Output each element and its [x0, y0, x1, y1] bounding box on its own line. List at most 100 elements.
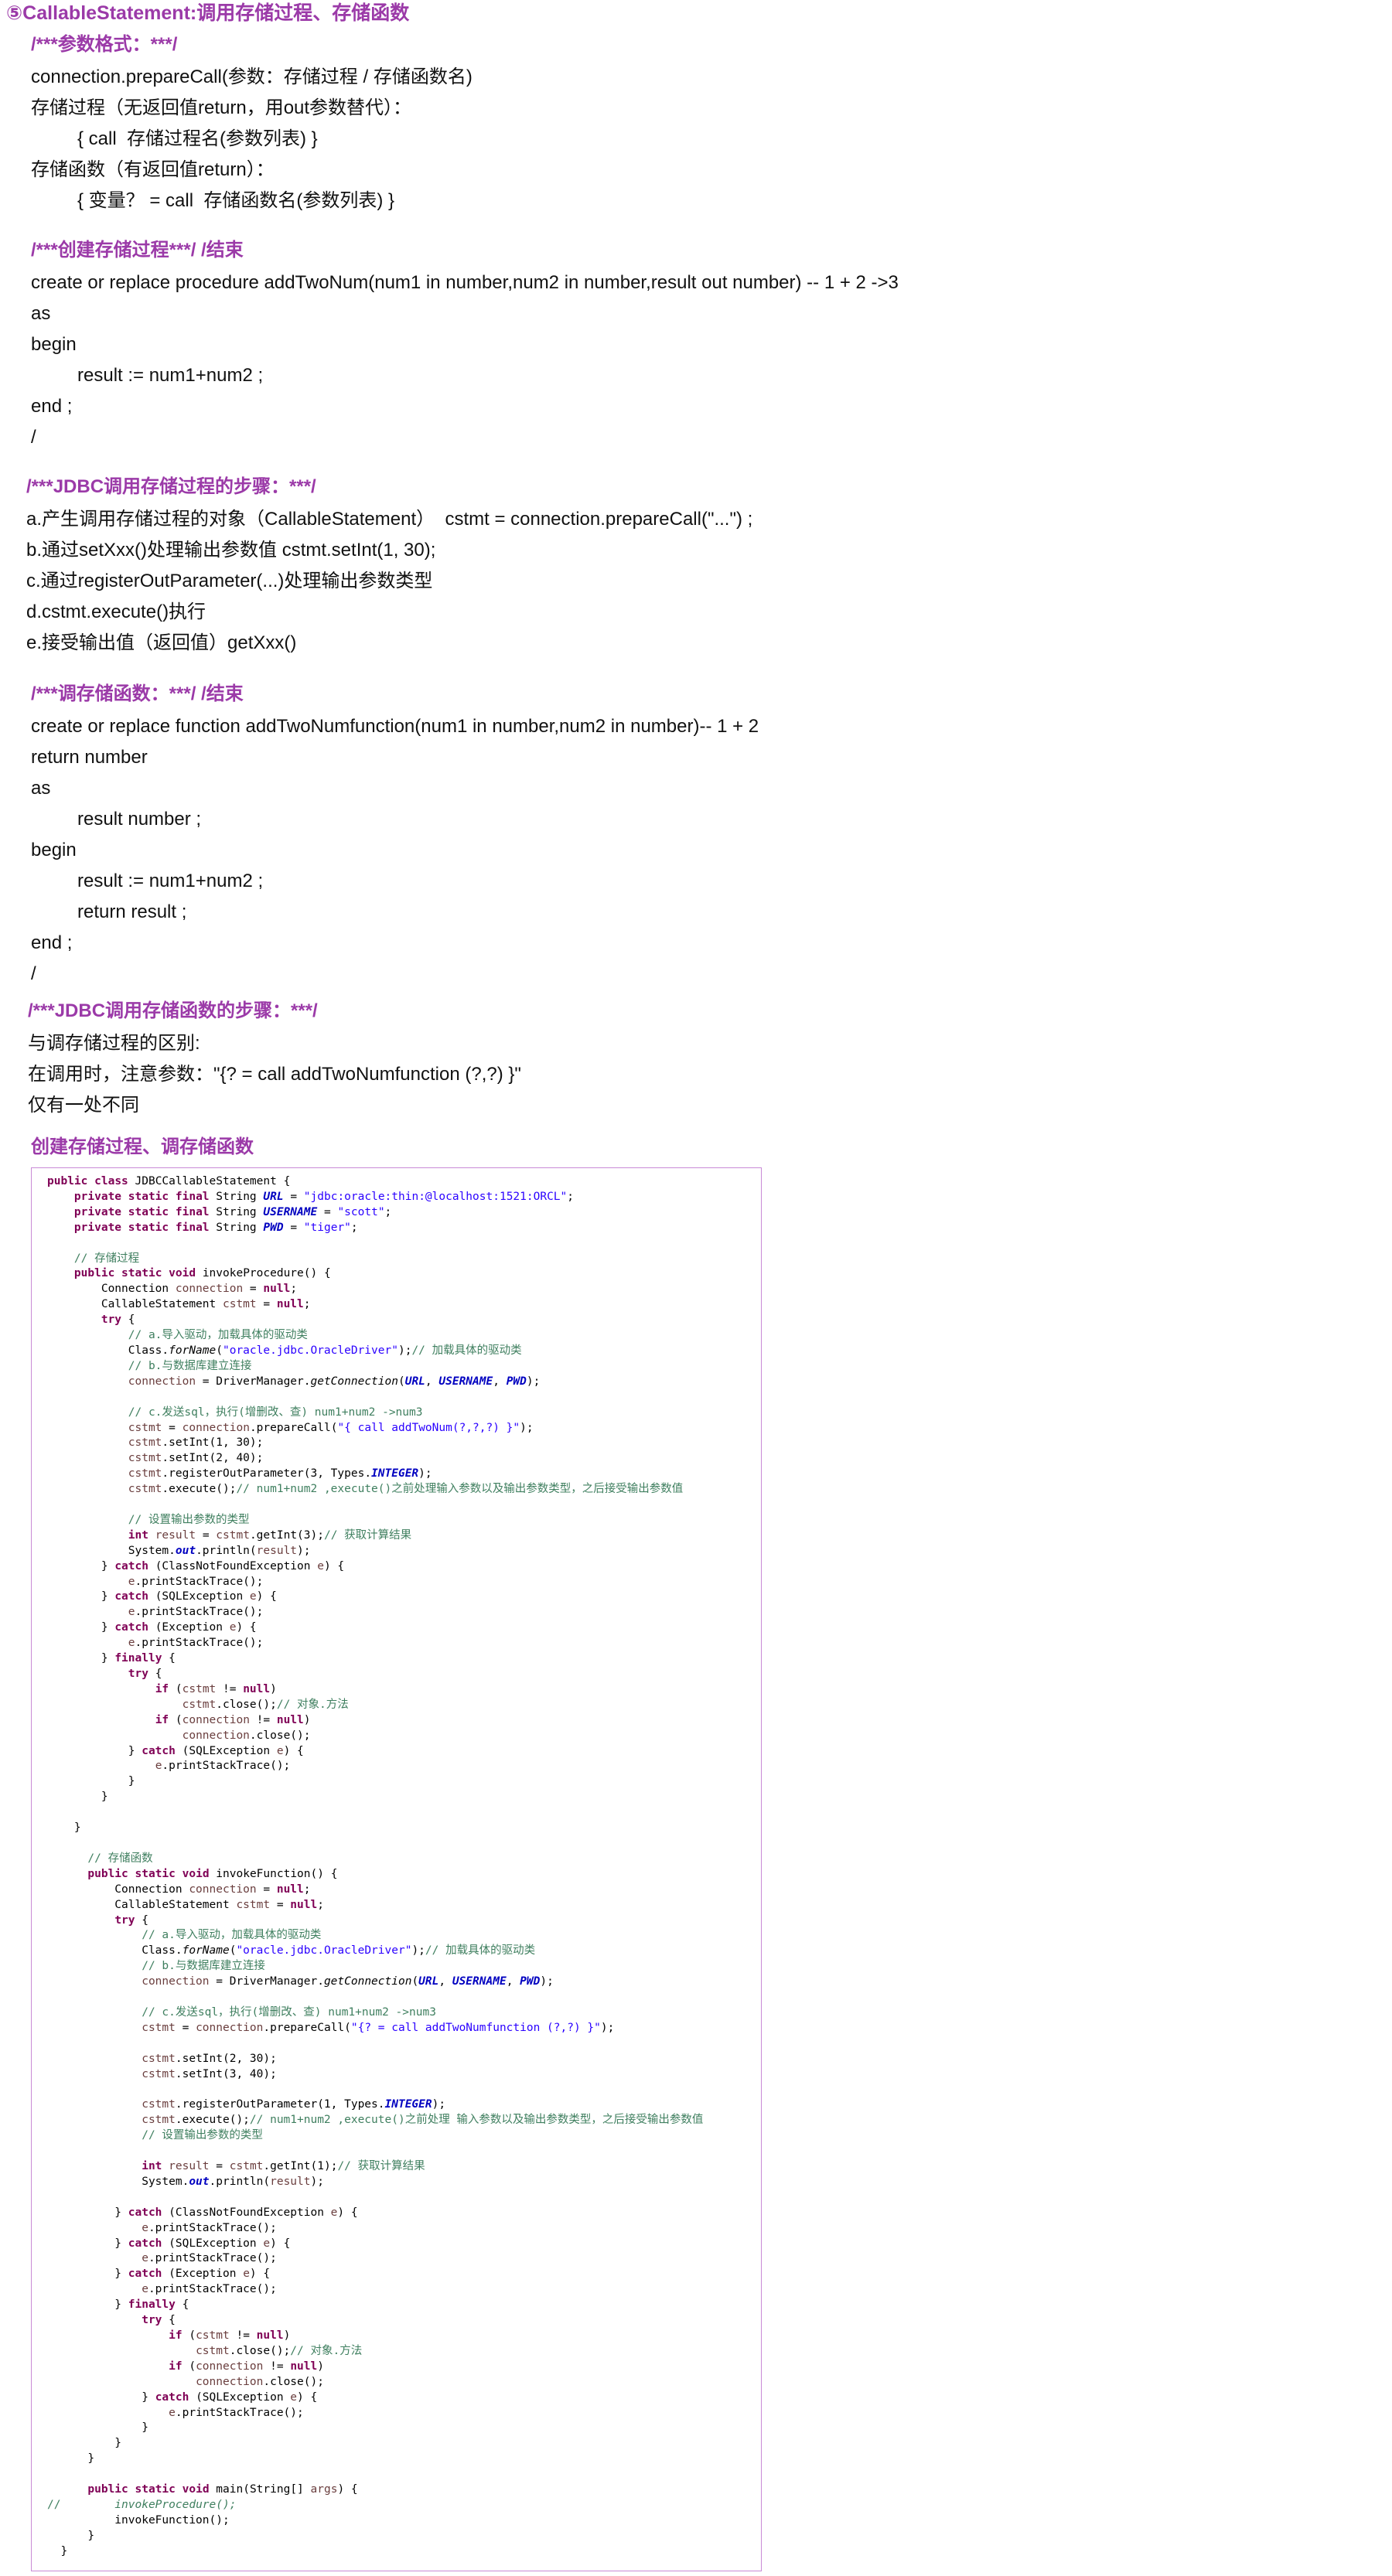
code-line: ​ — [47, 1236, 761, 1252]
code-line: Class.forName("oracle.jdbc.OracleDriver"… — [47, 1944, 536, 1958]
text-line: connection.prepareCall(参数：存储过程 / 存储函数名) — [31, 66, 473, 87]
code-line: ​ — [47, 2467, 761, 2482]
code-line: } finally { — [47, 1652, 176, 1665]
text-line: create or replace function addTwoNumfunc… — [31, 716, 759, 737]
create-procedure-title: /***创建存储过程***/ /结束 — [31, 240, 244, 261]
code-line: public static void invokeProcedure() { — [73, 1267, 331, 1280]
code-line: } — [47, 2421, 148, 2435]
code-screenshot: public class JDBCCallableStatement { pri… — [31, 1167, 762, 2571]
code-line: // 设置输出参数的类型 — [142, 2129, 263, 2142]
code-line: // b.与数据库建立连接 — [128, 1359, 252, 1372]
code-line: connection = DriverManager.getConnection… — [128, 1375, 541, 1388]
code-line: Connection connection = null; — [47, 1283, 298, 1296]
text-line: a.产生调用存储过程的对象（CallableStatement） cstmt =… — [26, 509, 753, 530]
code-line: cstmt.execute();// num1+num2 ,execute()之… — [128, 1483, 684, 1496]
code-line: // 存储过程 — [73, 1252, 140, 1265]
code-section-title: 创建存储过程、调存储函数 — [31, 1136, 254, 1157]
code-line: cstmt = connection.prepareCall("{ call a… — [128, 1421, 534, 1434]
code-line: Class.forName("oracle.jdbc.OracleDriver"… — [47, 1344, 522, 1357]
code-line: connection = DriverManager.getConnection… — [142, 1975, 554, 1988]
text-line: / — [31, 963, 36, 984]
code-line: int result = cstmt.getInt(3);// 获取计算结果 — [128, 1528, 412, 1542]
text-line: e.接受输出值（返回值）getXxx() — [26, 632, 297, 653]
code-line: invokeFunction(); — [47, 2513, 230, 2527]
code-line: System.out.println(result); — [47, 1544, 311, 1557]
format-section-body: connection.prepareCall(参数：存储过程 / 存储函数名) 存… — [31, 62, 1377, 216]
code-line: connection.close(); — [182, 1729, 311, 1742]
code-line: try { — [128, 1668, 162, 1680]
text-line: end ; — [31, 396, 73, 417]
code-line: e.printStackTrace(); — [155, 1760, 291, 1773]
code-line: } catch (ClassNotFoundException e) { — [47, 1559, 345, 1573]
code-line: if (connection != null) — [155, 1713, 311, 1726]
text-line: 仅有一处不同 — [28, 1095, 139, 1116]
code-line: // c.发送sql，执行(增删改、查) num1+num2 ->num3 — [142, 2005, 436, 2019]
code-line: // a.导入驱动，加载具体的驱动类 — [142, 1929, 322, 1942]
text-line: c.通过registerOutParameter(...)处理输出参数类型 — [26, 571, 433, 591]
code-line: } catch (SQLException e) { — [47, 2237, 291, 2250]
text-line: 存储函数（有返回值return）： — [31, 159, 275, 180]
code-line: } — [47, 2437, 122, 2450]
code-line: CallableStatement cstmt = null; — [47, 1298, 311, 1311]
code-line: private static final String USERNAME = "… — [73, 1205, 392, 1218]
jdbc-procedure-section: /***JDBC调用存储过程的步骤：***/ a.产生调用存储过程的对象（Cal… — [26, 475, 1377, 659]
code-line: if (connection != null) — [169, 2360, 324, 2373]
code-line: ​ — [47, 2082, 761, 2097]
text-line: 存储过程（无返回值return，用out参数替代）： — [31, 97, 412, 118]
code-line: public class JDBCCallableStatement { — [47, 1175, 291, 1187]
code-line: e.printStackTrace(); — [128, 1575, 264, 1588]
code-line: e.printStackTrace(); — [142, 2252, 277, 2265]
text-line: / — [31, 427, 36, 448]
text-line: as — [31, 303, 51, 324]
code-line: ​ — [47, 2036, 761, 2052]
page-heading: ⑤CallableStatement:调用存储过程、存储函数 — [6, 2, 410, 24]
code-line: } catch (SQLException e) { — [47, 1590, 277, 1603]
code-line: private static final String PWD = "tiger… — [73, 1221, 358, 1234]
code-line: System.out.println(result); — [47, 2175, 324, 2188]
code-line: cstmt.setInt(1, 30); — [128, 1436, 264, 1450]
code-line: Connection connection = null; — [47, 1883, 311, 1896]
code-line: // b.与数据库建立连接 — [142, 1960, 265, 1973]
text-line: { 变量？ = call 存储函数名(参数列表) } — [77, 190, 395, 211]
code-line: cstmt = connection.prepareCall("{? = cal… — [142, 2021, 615, 2034]
function-title: /***调存储函数：***/ /结束 — [31, 683, 244, 704]
code-line: // 存储函数 — [87, 1852, 153, 1865]
jdbc-function-title: /***JDBC调用存储函数的步骤：***/ — [28, 1000, 318, 1021]
code-line: e.printStackTrace(); — [169, 2406, 304, 2419]
jdbc-procedure-title: /***JDBC调用存储过程的步骤：***/ — [26, 476, 316, 497]
code-line: } — [47, 2452, 95, 2465]
code-line: } — [47, 2529, 95, 2542]
code-line: // invokeProcedure(); — [47, 2498, 237, 2511]
code-line: ​ — [47, 1498, 761, 1513]
code-line: cstmt.registerOutParameter(3, Types.INTE… — [128, 1467, 432, 1481]
code-line: e.printStackTrace(); — [128, 1606, 264, 1619]
text-line: result := num1+num2 ; — [77, 871, 264, 891]
code-line: ​ — [47, 1990, 761, 2005]
text-line: end ; — [31, 932, 73, 953]
code-line: } — [47, 1821, 81, 1835]
code-line: e.printStackTrace(); — [142, 2221, 277, 2234]
code-line: cstmt.close();// 对象.方法 — [196, 2344, 363, 2357]
code-line: public static void invokeFunction() { — [87, 1867, 338, 1880]
text-line: result := num1+num2 ; — [77, 365, 264, 386]
code-line: } catch (Exception e) { — [47, 2268, 271, 2281]
text-line: b.通过setXxx()处理输出参数值 cstmt.setInt(1, 30); — [26, 540, 436, 561]
code-line: int result = cstmt.getInt(1);// 获取计算结果 — [142, 2160, 425, 2172]
code-line: ​ — [47, 2190, 761, 2206]
format-section-title: /***参数格式：***/ — [31, 34, 178, 55]
text-line: 与调存储过程的区别: — [28, 1033, 200, 1054]
code-line: } finally { — [47, 2298, 189, 2312]
code-line: } catch (SQLException e) { — [47, 1744, 304, 1757]
function-section: /***调存储函数：***/ /结束 create or replace fun… — [31, 682, 1377, 990]
code-line: } — [47, 2544, 68, 2557]
create-procedure-section: /***创建存储过程***/ /结束 create or replace pro… — [31, 238, 1377, 453]
code-line: try { — [101, 1314, 135, 1327]
code-line: // 设置输出参数的类型 — [128, 1513, 250, 1526]
text-line: return number — [31, 747, 148, 768]
code-line: cstmt.setInt(2, 40); — [128, 1452, 264, 1465]
text-line: as — [31, 778, 51, 799]
code-line: e.printStackTrace(); — [128, 1637, 264, 1650]
code-line: connection.close(); — [196, 2375, 324, 2388]
text-line: begin — [31, 334, 77, 355]
code-line: private static final String URL = "jdbc:… — [73, 1190, 574, 1203]
